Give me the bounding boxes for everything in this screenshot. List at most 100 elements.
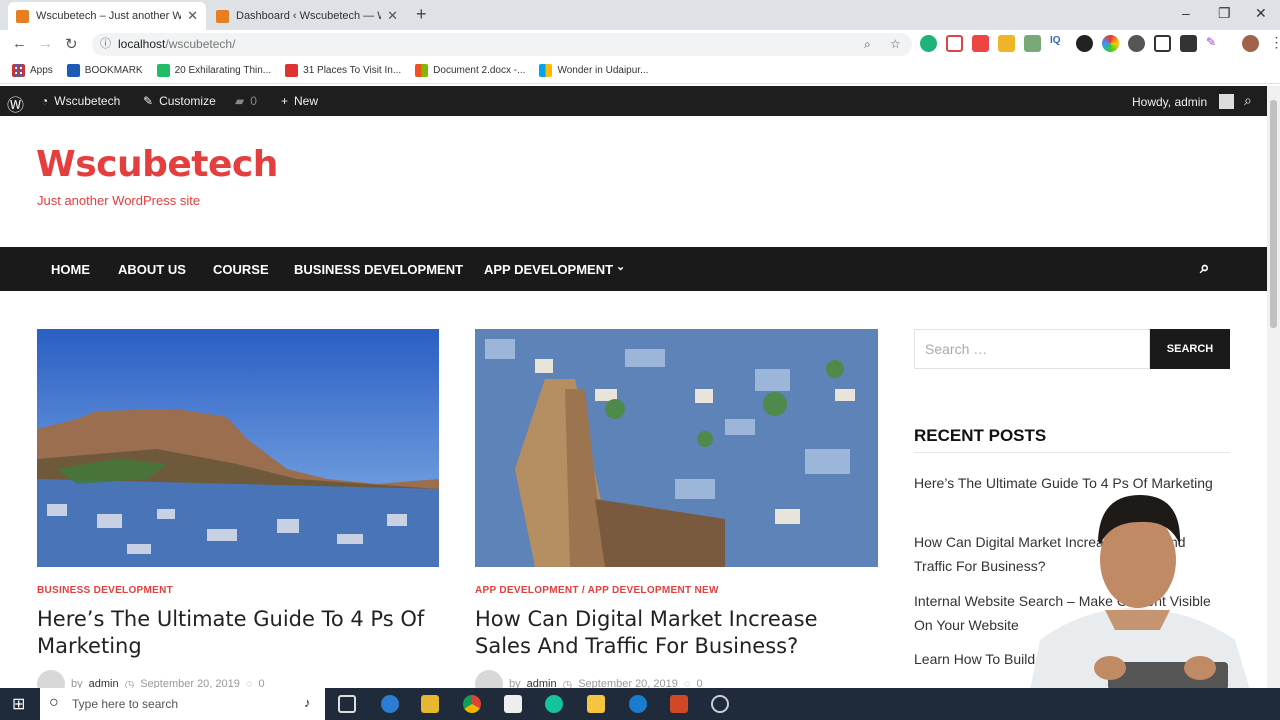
- post-thumbnail[interactable]: [37, 329, 439, 567]
- site-title[interactable]: Wscubetech: [36, 144, 278, 185]
- grammarly-app-icon[interactable]: [545, 695, 563, 713]
- pdf-extension-icon[interactable]: [972, 35, 989, 52]
- bookmark-star-icon[interactable]: ☆: [890, 33, 901, 56]
- skype-icon[interactable]: [629, 695, 647, 713]
- bookmark-label: Document 2.docx -...: [433, 65, 526, 76]
- bookmark-favicon-icon: [285, 64, 299, 77]
- powerpoint-icon[interactable]: [670, 695, 688, 713]
- obs-icon[interactable]: [711, 695, 729, 713]
- comments-count: 0: [250, 94, 257, 108]
- extension-icons: IQ ✎ ⋮: [920, 35, 1280, 52]
- bookmark-label: 31 Places To Visit In...: [303, 65, 402, 76]
- post-title[interactable]: How Can Digital Market Increase Sales An…: [475, 606, 880, 660]
- minimize-icon[interactable]: –: [1182, 5, 1190, 21]
- pen-extension-icon[interactable]: ✎: [1206, 35, 1223, 52]
- address-bar[interactable]: ⓘ localhost/wscubetech/ ⌕ ☆: [92, 33, 912, 56]
- forward-icon[interactable]: →: [38, 35, 53, 52]
- chevron-down-icon[interactable]: ⌄: [616, 260, 625, 273]
- wp-admin-bar: Ⓦ ◔ Wscubetech ✎ Customize ▰ 0 + New How…: [0, 86, 1267, 116]
- dark-extension-icon[interactable]: [1076, 35, 1093, 52]
- bookmark-item[interactable]: 20 Exhilarating Thin...: [156, 64, 271, 77]
- notes-extension-icon[interactable]: [998, 35, 1015, 52]
- post-title[interactable]: Here’s The Ultimate Guide To 4 Ps Of Mar…: [37, 606, 437, 660]
- windows-taskbar: ⊞ ○ Type here to search ♪: [0, 688, 1280, 720]
- brush-icon: ✎: [143, 94, 154, 108]
- bookmark-item[interactable]: Document 2.docx -...: [415, 64, 525, 77]
- post-thumbnail[interactable]: [475, 329, 878, 567]
- divider: [914, 452, 1230, 453]
- pocket-extension-icon[interactable]: [946, 35, 963, 52]
- image-extension-icon[interactable]: [1024, 35, 1041, 52]
- new-label: New: [294, 94, 319, 108]
- new-tab-icon[interactable]: +: [416, 4, 427, 25]
- wordpress-extension-icon[interactable]: [1128, 35, 1145, 52]
- customize-label: Customize: [159, 94, 216, 108]
- iq-extension-icon[interactable]: IQ: [1050, 35, 1067, 52]
- admin-site-link[interactable]: ◔ Wscubetech: [41, 94, 120, 108]
- zoom-icon[interactable]: ⌕: [864, 33, 871, 56]
- url-path: /wscubetech/: [165, 37, 236, 51]
- microphone-icon[interactable]: ♪: [304, 695, 311, 710]
- scrollbar-thumb[interactable]: [1270, 100, 1277, 328]
- store-icon[interactable]: [421, 695, 439, 713]
- customize-link[interactable]: ✎ Customize: [143, 94, 216, 108]
- comments-link[interactable]: ▰ 0: [235, 94, 257, 108]
- window-close-icon[interactable]: ✕: [1255, 5, 1267, 22]
- color-picker-extension-icon[interactable]: [1102, 35, 1119, 52]
- bookmark-apps[interactable]: Apps: [12, 64, 53, 77]
- site-favicon-icon: [16, 9, 29, 23]
- nav-item-app-development[interactable]: APP DEVELOPMENT: [484, 262, 613, 277]
- close-tab-icon[interactable]: ✕: [387, 8, 398, 24]
- admin-search-icon[interactable]: ⌕: [1244, 92, 1252, 109]
- task-view-icon[interactable]: [338, 695, 356, 713]
- browser-tab[interactable]: Dashboard ‹ Wscubetech — Wor ✕: [208, 2, 406, 30]
- nav-item-about-us[interactable]: ABOUT US: [118, 262, 186, 277]
- bookmark-favicon-icon: [539, 64, 553, 77]
- chrome-icon[interactable]: [463, 695, 481, 713]
- mail-icon[interactable]: [504, 695, 522, 713]
- windows-start-icon[interactable]: ⊞: [12, 694, 25, 714]
- nav-item-business-development[interactable]: BUSINESS DEVELOPMENT: [294, 262, 463, 277]
- menu-icon[interactable]: ⋮: [1268, 35, 1280, 52]
- info-icon[interactable]: ⓘ: [100, 33, 111, 56]
- browser-tab-strip: Wscubetech – Just another Wor ✕ Dashboar…: [0, 0, 1280, 30]
- nav-search-icon[interactable]: ⌕: [1200, 258, 1210, 278]
- bookmark-label: Wonder in Udaipur...: [557, 65, 649, 76]
- maximize-icon[interactable]: ❐: [1218, 5, 1231, 22]
- bookmark-item[interactable]: BOOKMARK: [66, 64, 143, 77]
- bookmark-favicon-icon: [156, 64, 170, 77]
- fort-landscape-image: [37, 329, 439, 567]
- presenter-video-overlay: [1030, 495, 1250, 690]
- sidebar-search-button[interactable]: SEARCH: [1150, 329, 1230, 369]
- taskbar-search-input[interactable]: ○ Type here to search ♪: [40, 688, 325, 720]
- reload-icon[interactable]: ↻: [65, 35, 78, 53]
- browser-tab-active[interactable]: Wscubetech – Just another Wor ✕: [8, 2, 206, 30]
- post-category[interactable]: BUSINESS DEVELOPMENT: [37, 585, 173, 596]
- main-navigation: HOME ABOUT US COURSE BUSINESS DEVELOPMEN…: [0, 247, 1267, 291]
- nav-item-home[interactable]: HOME: [51, 262, 90, 277]
- profile-avatar-icon[interactable]: [1242, 35, 1259, 52]
- file-explorer-icon[interactable]: [587, 695, 605, 713]
- sidebar-search-input[interactable]: Search …: [914, 329, 1150, 369]
- bookmark-item[interactable]: Wonder in Udaipur...: [539, 64, 648, 77]
- blue-city-aerial-image: [475, 329, 878, 567]
- share-extension-icon[interactable]: [1154, 35, 1171, 52]
- browser-toolbar: ← → ↻ ⓘ localhost/wscubetech/ ⌕ ☆ IQ ✎ ⋮: [0, 30, 1280, 58]
- bookmark-label: Apps: [30, 65, 53, 76]
- url-host: localhost: [118, 37, 166, 51]
- taskbar-search-placeholder: Type here to search: [72, 697, 179, 711]
- bookmark-item[interactable]: 31 Places To Visit In...: [285, 64, 401, 77]
- new-content-link[interactable]: + New: [281, 94, 318, 108]
- close-tab-icon[interactable]: ✕: [187, 8, 198, 24]
- cortana-circle-icon: ○: [49, 694, 59, 711]
- post-category[interactable]: APP DEVELOPMENT / APP DEVELOPMENT NEW: [475, 585, 719, 596]
- edge-icon[interactable]: [381, 695, 399, 713]
- nav-item-course[interactable]: COURSE: [213, 262, 269, 277]
- howdy-label: Howdy, admin: [1132, 94, 1208, 109]
- wordpress-logo-icon[interactable]: Ⓦ: [7, 91, 24, 116]
- back-icon[interactable]: ←: [12, 35, 27, 52]
- account-menu[interactable]: Howdy, admin: [1132, 94, 1235, 109]
- camera-extension-icon[interactable]: [1180, 35, 1197, 52]
- bookmarks-bar: Apps BOOKMARK 20 Exhilarating Thin... 31…: [0, 58, 1280, 84]
- grammarly-extension-icon[interactable]: [920, 35, 937, 52]
